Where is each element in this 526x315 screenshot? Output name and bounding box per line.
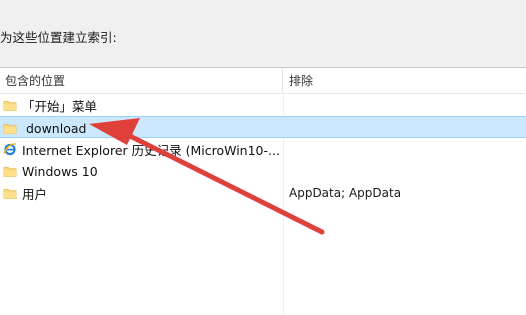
folder-icon [3,167,17,177]
row-label: Windows 10 [22,163,98,179]
list-row-start-menu[interactable]: 「开始」菜单 [0,94,526,116]
folder-icon [3,124,17,134]
column-header-exclude[interactable]: 排除 [284,68,526,93]
folder-icon [3,101,17,111]
row-name-cell: download [0,117,283,139]
row-name-cell: 「开始」菜单 [0,94,283,116]
list-row-users[interactable]: 用户 AppData; AppData [0,182,526,204]
row-name-cell: Internet Explorer 历史记录 (MicroWin10-... [0,138,283,160]
row-name-cell: Windows 10 [0,160,283,182]
locations-list[interactable]: 包含的位置 排除 「开始」菜单 download Internet Explor… [0,67,526,315]
row-name-cell: 用户 [0,182,283,204]
list-row-ie-history[interactable]: Internet Explorer 历史记录 (MicroWin10-... [0,138,526,160]
row-label: 用户 [22,186,48,202]
list-header: 包含的位置 排除 [0,68,526,94]
list-row-windows-10[interactable]: Windows 10 [0,160,526,182]
column-header-included[interactable]: 包含的位置 [0,68,283,93]
row-label: download [26,120,87,136]
row-label: Internet Explorer 历史记录 (MicroWin10-... [22,142,280,158]
folder-icon [3,189,17,199]
index-locations-instruction: 为这些位置建立索引: [0,30,117,45]
row-label: 「开始」菜单 [22,98,98,114]
row-exclude-cell: AppData; AppData [289,186,402,200]
internet-explorer-icon [3,143,17,156]
list-row-download[interactable]: download [0,116,526,138]
